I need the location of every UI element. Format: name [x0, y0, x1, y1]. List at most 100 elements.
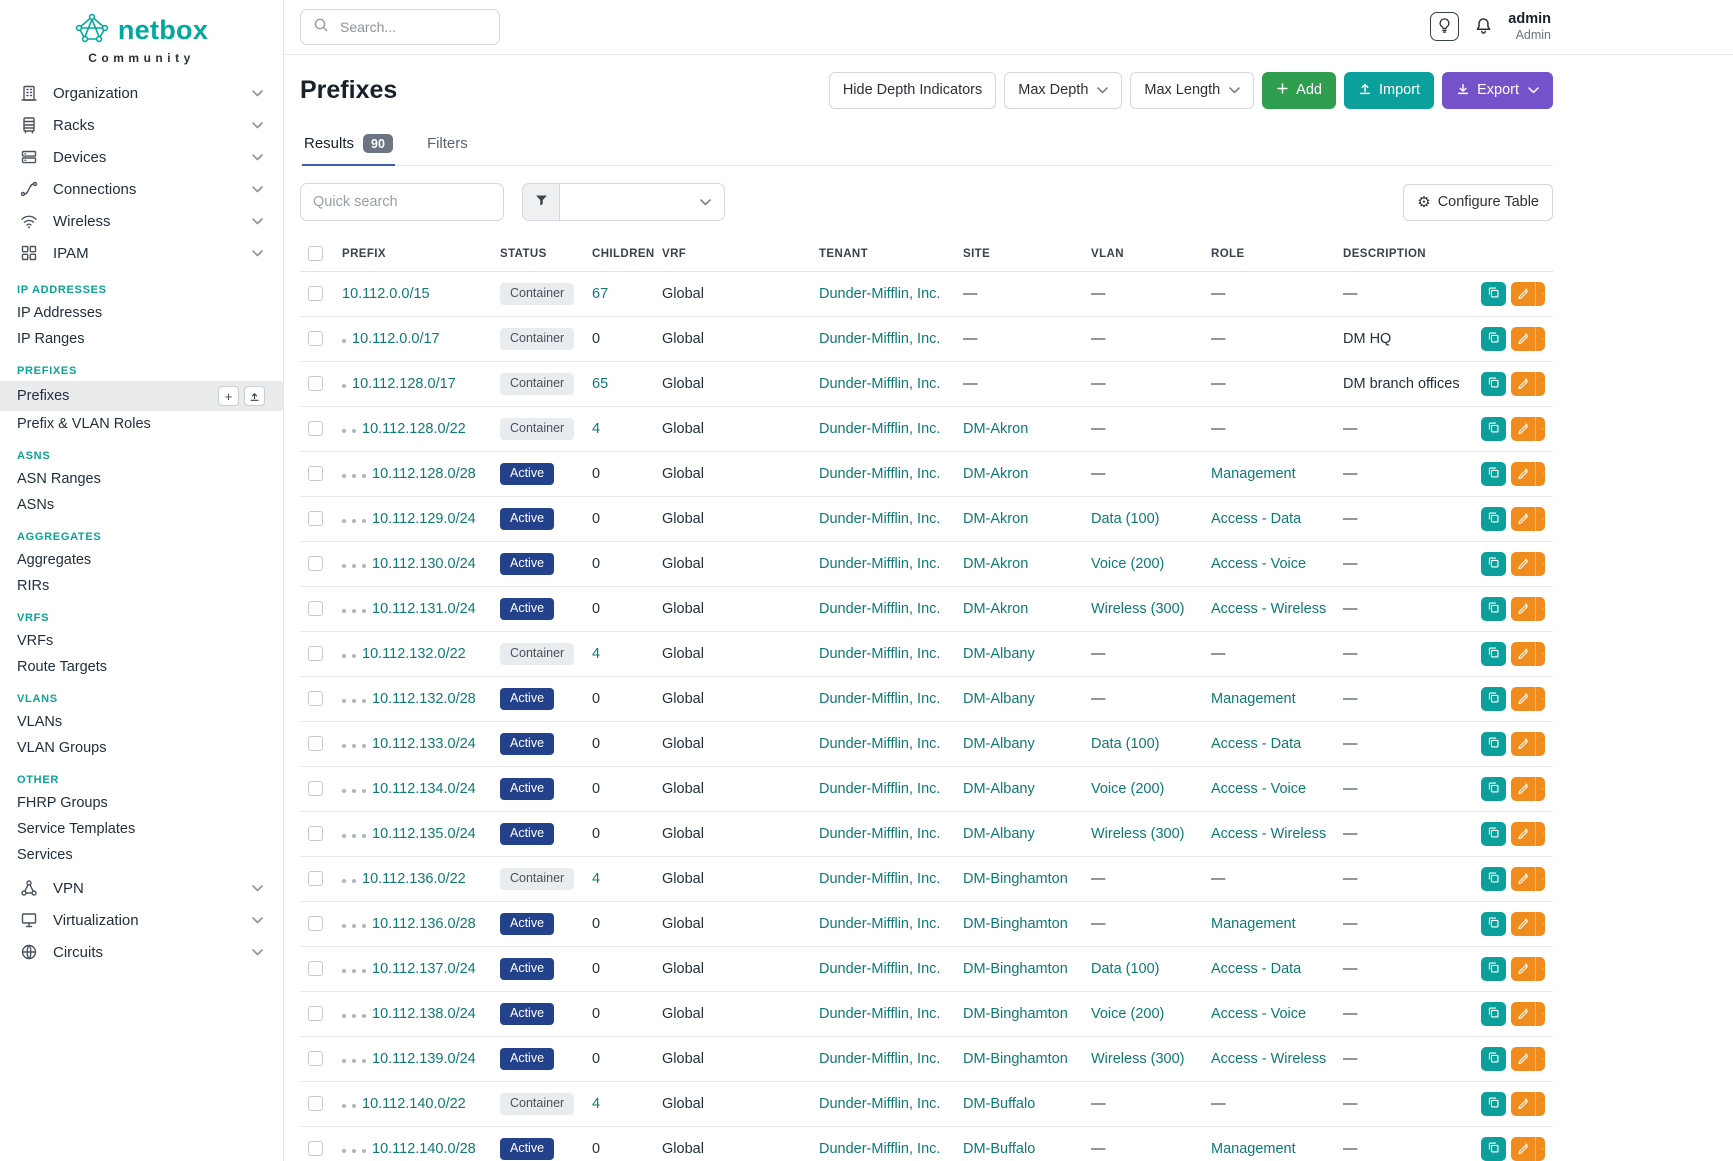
tenant-link[interactable]: Dunder-Mifflin, Inc.: [819, 736, 940, 752]
sidebar-item-prefix-vlan-roles[interactable]: Prefix & VLAN Roles: [0, 411, 283, 437]
edit-dropdown-caret[interactable]: [1535, 372, 1545, 396]
site-link[interactable]: DM-Binghamton: [963, 961, 1068, 977]
column-header-tenant[interactable]: Tenant: [819, 236, 963, 272]
sidebar-item-fhrp-groups[interactable]: FHRP Groups: [0, 790, 283, 816]
tenant-link[interactable]: Dunder-Mifflin, Inc.: [819, 466, 940, 482]
children-count[interactable]: 4: [592, 646, 600, 662]
children-count[interactable]: 4: [592, 1096, 600, 1112]
site-link[interactable]: DM-Binghamton: [963, 1006, 1068, 1022]
site-link[interactable]: DM-Akron: [963, 556, 1028, 572]
theme-toggle-button[interactable]: [1430, 12, 1459, 41]
role-link[interactable]: Access - Voice: [1211, 556, 1306, 572]
saved-filter-select[interactable]: [559, 183, 725, 221]
edit-button[interactable]: [1511, 1002, 1535, 1026]
edit-button[interactable]: [1511, 912, 1535, 936]
prefix-link[interactable]: 10.112.130.0/24: [372, 556, 476, 572]
sidebar-item-virtualization[interactable]: Virtualization: [0, 904, 283, 936]
column-header-vlan[interactable]: VLAN: [1091, 236, 1211, 272]
edit-dropdown-caret[interactable]: [1535, 462, 1545, 486]
role-link[interactable]: Access - Wireless: [1211, 826, 1326, 842]
edit-button[interactable]: [1511, 417, 1535, 441]
export-button[interactable]: Export: [1442, 72, 1553, 109]
edit-button[interactable]: [1511, 642, 1535, 666]
role-link[interactable]: Access - Voice: [1211, 1006, 1306, 1022]
tenant-link[interactable]: Dunder-Mifflin, Inc.: [819, 1006, 940, 1022]
sidebar-item-devices[interactable]: Devices: [0, 141, 283, 173]
quick-search-input[interactable]: [300, 183, 504, 221]
edit-dropdown-caret[interactable]: [1535, 912, 1545, 936]
site-link[interactable]: DM-Albany: [963, 646, 1035, 662]
role-link[interactable]: Access - Wireless: [1211, 601, 1326, 617]
edit-dropdown-caret[interactable]: [1535, 1092, 1545, 1116]
vlan-link[interactable]: Data (100): [1091, 736, 1160, 752]
prefix-link[interactable]: 10.112.137.0/24: [372, 961, 476, 977]
row-checkbox[interactable]: [308, 646, 323, 661]
vlan-link[interactable]: Wireless (300): [1091, 601, 1184, 617]
row-checkbox[interactable]: [308, 1141, 323, 1156]
vlan-link[interactable]: Wireless (300): [1091, 1051, 1184, 1067]
edit-button[interactable]: [1511, 957, 1535, 981]
edit-button[interactable]: [1511, 687, 1535, 711]
tenant-link[interactable]: Dunder-Mifflin, Inc.: [819, 871, 940, 887]
edit-dropdown-caret[interactable]: [1535, 417, 1545, 441]
sidebar-item-prefixes[interactable]: Prefixes+: [0, 381, 283, 411]
prefix-link[interactable]: 10.112.140.0/22: [362, 1096, 466, 1112]
row-checkbox[interactable]: [308, 826, 323, 841]
sidebar-item-services[interactable]: Services: [0, 842, 283, 868]
row-checkbox[interactable]: [308, 1096, 323, 1111]
edit-dropdown-caret[interactable]: [1535, 642, 1545, 666]
clone-button[interactable]: [1481, 912, 1506, 936]
edit-dropdown-caret[interactable]: [1535, 822, 1545, 846]
sidebar-item-vpn[interactable]: VPN: [0, 872, 283, 904]
tenant-link[interactable]: Dunder-Mifflin, Inc.: [819, 601, 940, 617]
edit-button[interactable]: [1511, 597, 1535, 621]
prefix-link[interactable]: 10.112.128.0/17: [352, 376, 456, 392]
edit-button[interactable]: [1511, 867, 1535, 891]
clone-button[interactable]: [1481, 822, 1506, 846]
site-link[interactable]: DM-Akron: [963, 601, 1028, 617]
tenant-link[interactable]: Dunder-Mifflin, Inc.: [819, 286, 940, 302]
clone-button[interactable]: [1481, 1047, 1506, 1071]
notifications-button[interactable]: [1474, 16, 1493, 38]
tenant-link[interactable]: Dunder-Mifflin, Inc.: [819, 421, 940, 437]
row-checkbox[interactable]: [308, 556, 323, 571]
edit-dropdown-caret[interactable]: [1535, 687, 1545, 711]
import-button[interactable]: Import: [1344, 72, 1434, 109]
site-link[interactable]: DM-Albany: [963, 736, 1035, 752]
column-header-status[interactable]: Status: [500, 236, 592, 272]
tenant-link[interactable]: Dunder-Mifflin, Inc.: [819, 691, 940, 707]
sidebar-item-vlans[interactable]: VLANs: [0, 709, 283, 735]
row-checkbox[interactable]: [308, 1006, 323, 1021]
netbox-logo[interactable]: netbox Community: [0, 0, 283, 69]
children-count[interactable]: 67: [592, 286, 608, 302]
sidebar-item-ip-addresses[interactable]: IP Addresses: [0, 300, 283, 326]
clone-button[interactable]: [1481, 777, 1506, 801]
vlan-link[interactable]: Wireless (300): [1091, 826, 1184, 842]
prefix-link[interactable]: 10.112.139.0/24: [372, 1051, 476, 1067]
quick-add-prefix-button[interactable]: +: [218, 386, 239, 406]
tenant-link[interactable]: Dunder-Mifflin, Inc.: [819, 916, 940, 932]
edit-dropdown-caret[interactable]: [1535, 327, 1545, 351]
row-checkbox[interactable]: [308, 736, 323, 751]
edit-dropdown-caret[interactable]: [1535, 282, 1545, 306]
sidebar-item-organization[interactable]: Organization: [0, 77, 283, 109]
clone-button[interactable]: [1481, 597, 1506, 621]
prefix-link[interactable]: 10.112.128.0/28: [372, 466, 476, 482]
prefix-link[interactable]: 10.112.140.0/28: [372, 1141, 476, 1157]
sidebar-item-racks[interactable]: Racks: [0, 109, 283, 141]
children-count[interactable]: 65: [592, 376, 608, 392]
tenant-link[interactable]: Dunder-Mifflin, Inc.: [819, 961, 940, 977]
prefix-link[interactable]: 10.112.131.0/24: [372, 601, 476, 617]
site-link[interactable]: DM-Albany: [963, 826, 1035, 842]
edit-button[interactable]: [1511, 507, 1535, 531]
hide-depth-indicators-button[interactable]: Hide Depth Indicators: [829, 72, 996, 109]
prefix-link[interactable]: 10.112.133.0/24: [372, 736, 476, 752]
edit-dropdown-caret[interactable]: [1535, 957, 1545, 981]
sidebar-item-circuits[interactable]: Circuits: [0, 936, 283, 968]
search-input[interactable]: [338, 18, 487, 36]
clone-button[interactable]: [1481, 867, 1506, 891]
sidebar-item-asn-ranges[interactable]: ASN Ranges: [0, 466, 283, 492]
column-header-role[interactable]: Role: [1211, 236, 1343, 272]
children-count[interactable]: 4: [592, 421, 600, 437]
tenant-link[interactable]: Dunder-Mifflin, Inc.: [819, 1141, 940, 1157]
